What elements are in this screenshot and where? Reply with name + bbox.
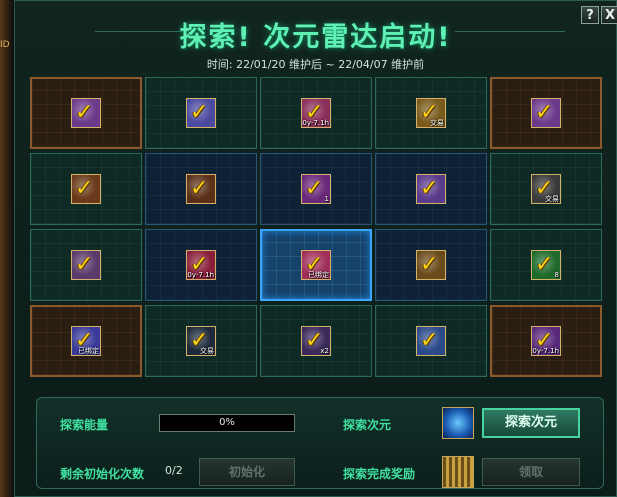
checkmark-icon: ✓ — [420, 176, 439, 201]
checkmark-icon: ✓ — [535, 252, 554, 277]
purple-orb-check-icon: ✓ 1 — [301, 174, 331, 204]
grid-cell[interactable]: ✓ — [375, 305, 487, 377]
checkmark-icon: ✓ — [305, 176, 324, 201]
item-tag: L0y-7.1h — [531, 347, 559, 355]
purple-box-check-icon: ✓ — [531, 98, 561, 128]
grid-cell[interactable]: ✓ — [145, 153, 257, 225]
blue-box-check-icon: ✓ 已绑定 — [71, 326, 101, 356]
help-button[interactable]: ? — [581, 6, 599, 24]
reset-count-value: 0/2 — [165, 464, 183, 477]
dark-blade-check-icon: ✓ 交易 — [186, 326, 216, 356]
background-edge: ID — [0, 0, 14, 497]
page-title: 探索! 次元雷达启动! — [179, 22, 452, 53]
reward-label: 探索完成奖励 — [343, 467, 416, 481]
grid-cell[interactable]: ✓ 交易 — [490, 153, 602, 225]
game-window: ID 探索! 次元雷达启动! 时间: 22/01/20 维护后 ~ 22/04/… — [0, 0, 617, 497]
checkmark-icon: ✓ — [420, 328, 439, 353]
gold-card-check-icon: ✓ — [416, 250, 446, 280]
pink-chest-check-icon: ✓ L0y-7.1h — [301, 98, 331, 128]
grid-cell[interactable]: ✓ — [30, 229, 142, 301]
item-tag: 交易 — [545, 195, 559, 203]
item-tag: 交易 — [200, 347, 214, 355]
purple-chest-check-icon: ✓ L0y-7.1h — [531, 326, 561, 356]
gold-maze-icon — [442, 456, 474, 488]
item-tag: L0y-7.1h — [301, 119, 329, 127]
grid-cell[interactable]: ✓ — [375, 229, 487, 301]
item-tag: x2 — [320, 347, 329, 355]
dimension-label: 探索次元 — [343, 418, 392, 432]
item-tag: 1 — [324, 195, 329, 203]
grid-cell[interactable]: ✓ — [30, 77, 142, 149]
checkmark-icon: ✓ — [420, 252, 439, 277]
blue-gem-check-icon: ✓ — [416, 326, 446, 356]
reset-count-label: 剩余初始化次数 — [60, 467, 145, 481]
item-tag: 已绑定 — [78, 347, 99, 355]
explore-dimension-button[interactable]: 探索次元 — [482, 408, 580, 438]
item-tag: 8 — [554, 271, 559, 279]
grid-cell[interactable]: ✓ 已绑定 — [30, 305, 142, 377]
grid-cell[interactable]: ✓ — [375, 153, 487, 225]
checkmark-icon: ✓ — [190, 176, 209, 201]
claim-reward-button[interactable]: 领取 — [482, 458, 580, 486]
grid-cell[interactable]: ✓ — [30, 153, 142, 225]
checkmark-icon: ✓ — [75, 100, 94, 125]
grid-cell[interactable]: ✓ x2 — [260, 305, 372, 377]
checkmark-icon: ✓ — [75, 176, 94, 201]
grid-cell[interactable]: ✓ 8 — [490, 229, 602, 301]
energy-progress-bar: 0% — [159, 414, 295, 432]
purple-card-check-icon: ✓ x2 — [301, 326, 331, 356]
checkmark-icon: ✓ — [75, 252, 94, 277]
purple-box-check-icon: ✓ — [71, 98, 101, 128]
brown-item-check-icon: ✓ — [71, 174, 101, 204]
item-tag: L0y-7.1h — [186, 271, 214, 279]
grid-cell[interactable]: ✓ — [490, 77, 602, 149]
grid-cell[interactable]: ✓ 1 — [260, 153, 372, 225]
pink-box-check-icon: ✓ 已绑定 — [301, 250, 331, 280]
blue-crystal-check-icon: ✓ — [186, 98, 216, 128]
grid-cell[interactable]: ✓ — [145, 77, 257, 149]
checkmark-icon: ✓ — [190, 100, 209, 125]
grid-cell[interactable]: ✓ 交易 — [375, 77, 487, 149]
grid-cell[interactable]: ✓ L0y-7.1h — [490, 305, 602, 377]
grid-cell[interactable]: ✓ 交易 — [145, 305, 257, 377]
item-tag: 已绑定 — [308, 271, 329, 279]
purple-gem-check-icon: ✓ — [416, 174, 446, 204]
radar-grid: ✓ ✓ ✓ L0y-7.1h ✓ 交易 ✓ ✓ ✓ ✓ 1 ✓ ✓ 交易 ✓ ✓ L0y-7.1h ✓ 已绑定 ✓ ✓ 8… — [30, 77, 605, 382]
grid-cell[interactable]: ✓ L0y-7.1h — [260, 77, 372, 149]
blue-crystal-icon — [442, 407, 474, 439]
edge-text: ID — [0, 40, 10, 50]
purple-scroll-check-icon: ✓ — [71, 250, 101, 280]
green-potion-check-icon: ✓ 8 — [531, 250, 561, 280]
gold-item-check-icon: ✓ 交易 — [416, 98, 446, 128]
brown-chest-check-icon: ✓ — [186, 174, 216, 204]
gray-item-check-icon: ✓ 交易 — [531, 174, 561, 204]
close-button[interactable]: X — [601, 6, 617, 24]
red-chest-check-icon: ✓ L0y-7.1h — [186, 250, 216, 280]
grid-cell[interactable]: ✓ 已绑定 — [260, 229, 372, 301]
reset-button[interactable]: 初始化 — [199, 458, 295, 486]
energy-value: 0% — [219, 417, 235, 428]
item-tag: 交易 — [430, 119, 444, 127]
grid-cell[interactable]: ✓ L0y-7.1h — [145, 229, 257, 301]
event-period: 时间: 22/01/20 维护后 ~ 22/04/07 维护前 — [206, 58, 425, 71]
checkmark-icon: ✓ — [535, 100, 554, 125]
energy-label: 探索能量 — [60, 418, 109, 432]
